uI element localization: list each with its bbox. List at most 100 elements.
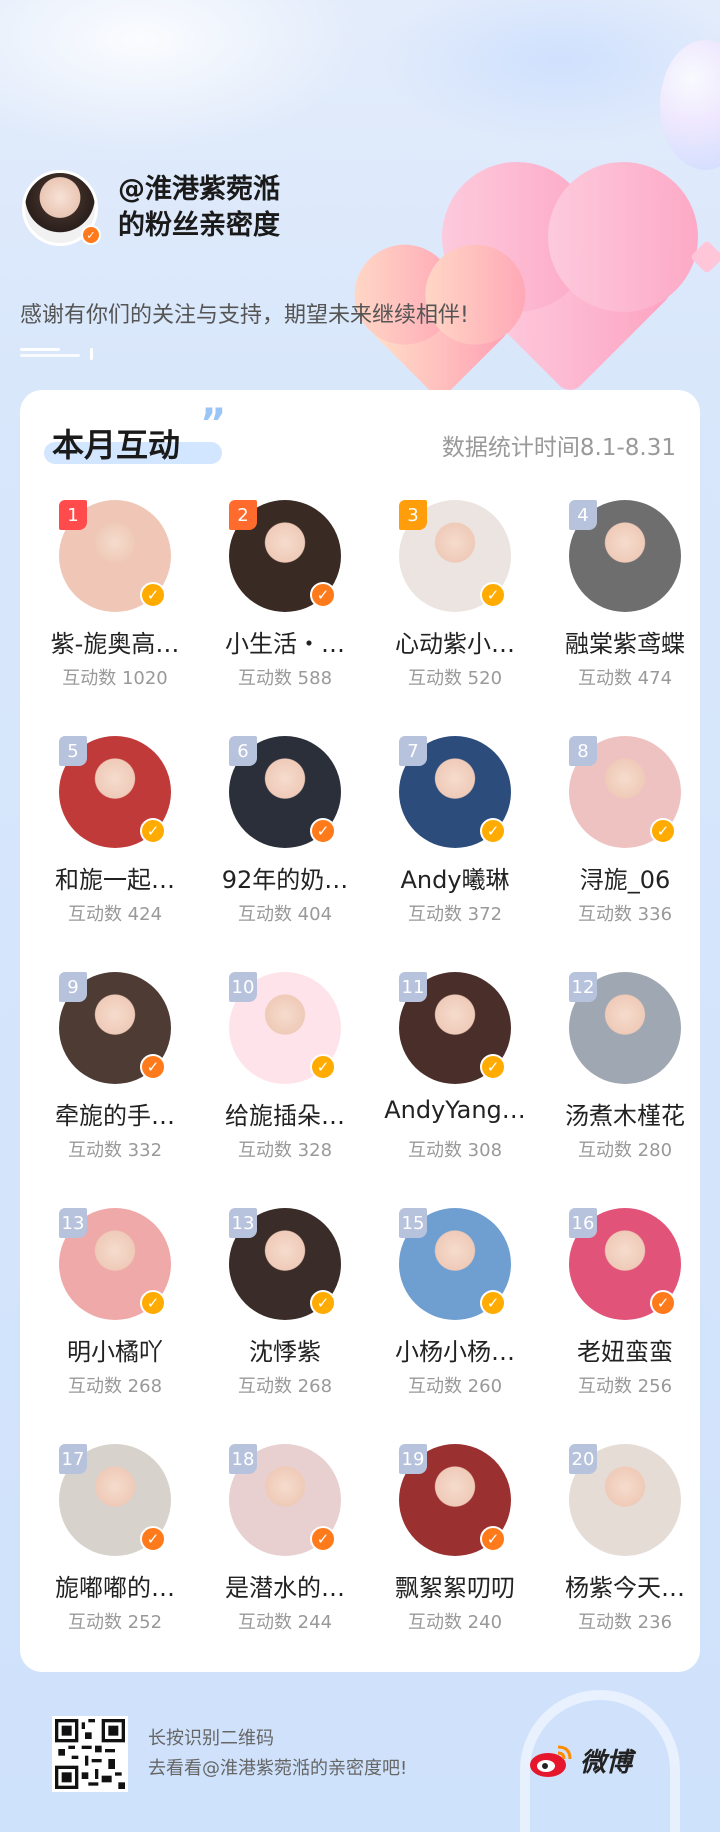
verified-badge-icon: ✓ [650, 1290, 676, 1316]
fan-item[interactable]: 15 ✓ 小杨小杨… 互动数 260 [370, 1208, 540, 1418]
rank-badge: 18 [229, 1444, 257, 1474]
profile-title: @淮港紫菀湉 的粉丝亲密度 [118, 172, 280, 244]
fan-item[interactable]: 20 杨紫今天… 互动数 236 [540, 1444, 710, 1654]
fan-item[interactable]: 13 ✓ 沈悸紫 互动数 268 [200, 1208, 370, 1418]
profile-title-line2: 的粉丝亲密度 [118, 210, 280, 241]
fan-item[interactable]: 4 融棠紫鸢蝶互动数 474 [540, 500, 710, 710]
interaction-count: 互动数 588 [237, 668, 333, 689]
decorative-lines [20, 346, 120, 360]
fan-nickname[interactable]: 和旎一起… [30, 860, 200, 895]
fan-nickname[interactable]: 杨紫今天… [540, 1568, 710, 1603]
fan-nickname[interactable]: 是潜水的… [200, 1568, 370, 1603]
fan-item[interactable]: 8 ✓ 浔旎_06 互动数 336 [540, 736, 710, 946]
verified-badge-icon: ✓ [310, 1290, 336, 1316]
deco-line-2 [20, 354, 80, 357]
fan-nickname[interactable]: 浔旎_06 [540, 860, 710, 895]
verified-badge-icon: ✓ [650, 818, 676, 844]
interaction-count: 互动数 336 [577, 904, 673, 925]
fan-nickname[interactable]: 沈悸紫 [200, 1332, 370, 1367]
fan-item[interactable]: 6 ✓ 92年的奶… 互动数 404 [200, 736, 370, 946]
fan-nickname[interactable]: 老妞蛮蛮 [540, 1332, 710, 1367]
verified-badge-icon: ✓ [310, 818, 336, 844]
verified-badge-icon: ✓ [480, 818, 506, 844]
verified-badge-icon: ✓ [81, 225, 101, 245]
fan-item[interactable]: 9 ✓ 牵旎的手… 互动数 332 [30, 972, 200, 1182]
profile-title-line1: @淮港紫菀湉 [118, 174, 280, 205]
interaction-count: 互动数 236 [577, 1612, 673, 1633]
interaction-count: 互动数 244 [237, 1612, 333, 1633]
fan-nickname[interactable]: 给旎插朵… [200, 1096, 370, 1131]
interaction-count: 互动数 474 [577, 668, 673, 689]
interaction-count: 互动数 260 [407, 1376, 503, 1397]
fan-nickname[interactable]: Andy曦琳 [370, 860, 540, 895]
fan-nickname[interactable]: 旎嘟嘟的… [30, 1568, 200, 1603]
fan-nickname[interactable]: 飘絮絮叨叨 [370, 1568, 540, 1603]
fan-nickname[interactable]: 小杨小杨… [370, 1332, 540, 1367]
fan-item[interactable]: 5 ✓ 和旎一起… 互动数 424 [30, 736, 200, 946]
interaction-count: 互动数 240 [407, 1612, 503, 1633]
weibo-label: 微博 [580, 1748, 633, 1778]
fan-nickname[interactable]: 汤煮木槿花 [540, 1096, 710, 1131]
interaction-count: 互动数 372 [407, 904, 503, 925]
fan-item[interactable]: 17 ✓ 旎嘟嘟的… 互动数 252 [30, 1444, 200, 1654]
weibo-logo-icon [530, 1745, 572, 1777]
rank-badge: 2 [229, 500, 257, 530]
interaction-count: 互动数 256 [577, 1376, 673, 1397]
interaction-count: 互动数 1020 [62, 668, 168, 689]
fan-item[interactable]: 11 ✓ AndyYang… 互动数 308 [370, 972, 540, 1182]
thanks-message: 感谢有你们的关注与支持，期望未来继续相伴! [20, 303, 469, 328]
fan-nickname[interactable]: AndyYang… [370, 1096, 540, 1124]
fan-item[interactable]: 19 ✓ 飘絮絮叨叨 互动数 240 [370, 1444, 540, 1654]
fan-nickname[interactable]: 牵旎的手… [30, 1096, 200, 1131]
interaction-count: 互动数 332 [67, 1140, 163, 1161]
verified-badge-icon: ✓ [480, 1526, 506, 1552]
fan-nickname[interactable]: 心动紫小… [370, 624, 540, 659]
rank-badge: 13 [229, 1208, 257, 1238]
interaction-count: 互动数 404 [237, 904, 333, 925]
fan-item[interactable]: 1 ✓ 紫-旎奥高… 互动数 1020 [30, 500, 200, 710]
verified-badge-icon: ✓ [140, 1054, 166, 1080]
interaction-count: 互动数 328 [237, 1140, 333, 1161]
fan-item[interactable]: 7 ✓ Andy曦琳互动数 372 [370, 736, 540, 946]
verified-badge-icon: ✓ [480, 582, 506, 608]
qr-code-icon[interactable] [52, 1716, 128, 1792]
rank-badge: 4 [569, 500, 597, 530]
fan-nickname[interactable]: 明小橘吖 [30, 1332, 200, 1367]
fan-nickname[interactable]: 小生活・… [200, 624, 370, 659]
interaction-count: 互动数 520 [407, 668, 503, 689]
rank-badge: 1 [59, 500, 87, 530]
fan-nickname[interactable]: 紫-旎奥高… [30, 624, 200, 659]
small-heart-icon [369, 259, 511, 401]
rank-badge: 5 [59, 736, 87, 766]
fan-item[interactable]: 2 ✓ 小生活・… 互动数 588 [200, 500, 370, 710]
deco-line-1 [20, 348, 60, 351]
fan-item[interactable]: 3 ✓ 心动紫小… 互动数 520 [370, 500, 540, 710]
verified-badge-icon: ✓ [310, 1526, 336, 1552]
verified-badge-icon: ✓ [140, 582, 166, 608]
interaction-count: 互动数 268 [67, 1376, 163, 1397]
stat-time-range: 数据统计时间8.1-8.31 [441, 435, 676, 461]
fan-nickname[interactable]: 融棠紫鸢蝶 [540, 624, 710, 659]
verified-badge-icon: ✓ [140, 1526, 166, 1552]
fan-item[interactable]: 16 ✓ 老妞蛮蛮 互动数 256 [540, 1208, 710, 1418]
qr-code-graphic [55, 1719, 125, 1789]
interaction-count: 互动数 424 [67, 904, 163, 925]
profile-header: ✓ @淮港紫菀湉 的粉丝亲密度 [22, 170, 280, 246]
verified-badge-icon: ✓ [140, 818, 166, 844]
rank-badge: 11 [399, 972, 427, 1002]
footer-line1: 长按识别二维码 [148, 1728, 274, 1749]
monthly-interaction-card: 本月互动 ” 数据统计时间8.1-8.31 1 ✓ 紫-旎奥高… 互动数 1020 2 ✓… [20, 390, 700, 1672]
fan-nickname[interactable]: 92年的奶… [200, 860, 370, 895]
fan-item[interactable]: 13 ✓ 明小橘吖 互动数 268 [30, 1208, 200, 1418]
interaction-count: 互动数 280 [577, 1140, 673, 1161]
fan-item[interactable]: 12 汤煮木槿花互动数 280 [540, 972, 710, 1182]
fan-item[interactable]: 10 ✓ 给旎插朵… 互动数 328 [200, 972, 370, 1182]
rank-badge: 3 [399, 500, 427, 530]
rank-badge: 7 [399, 736, 427, 766]
rank-badge: 8 [569, 736, 597, 766]
profile-avatar[interactable]: ✓ [22, 170, 101, 246]
fan-item[interactable]: 18 ✓ 是潜水的… 互动数 244 [200, 1444, 370, 1654]
rank-badge: 12 [569, 972, 597, 1002]
rank-badge: 6 [229, 736, 257, 766]
rank-badge: 17 [59, 1444, 87, 1474]
